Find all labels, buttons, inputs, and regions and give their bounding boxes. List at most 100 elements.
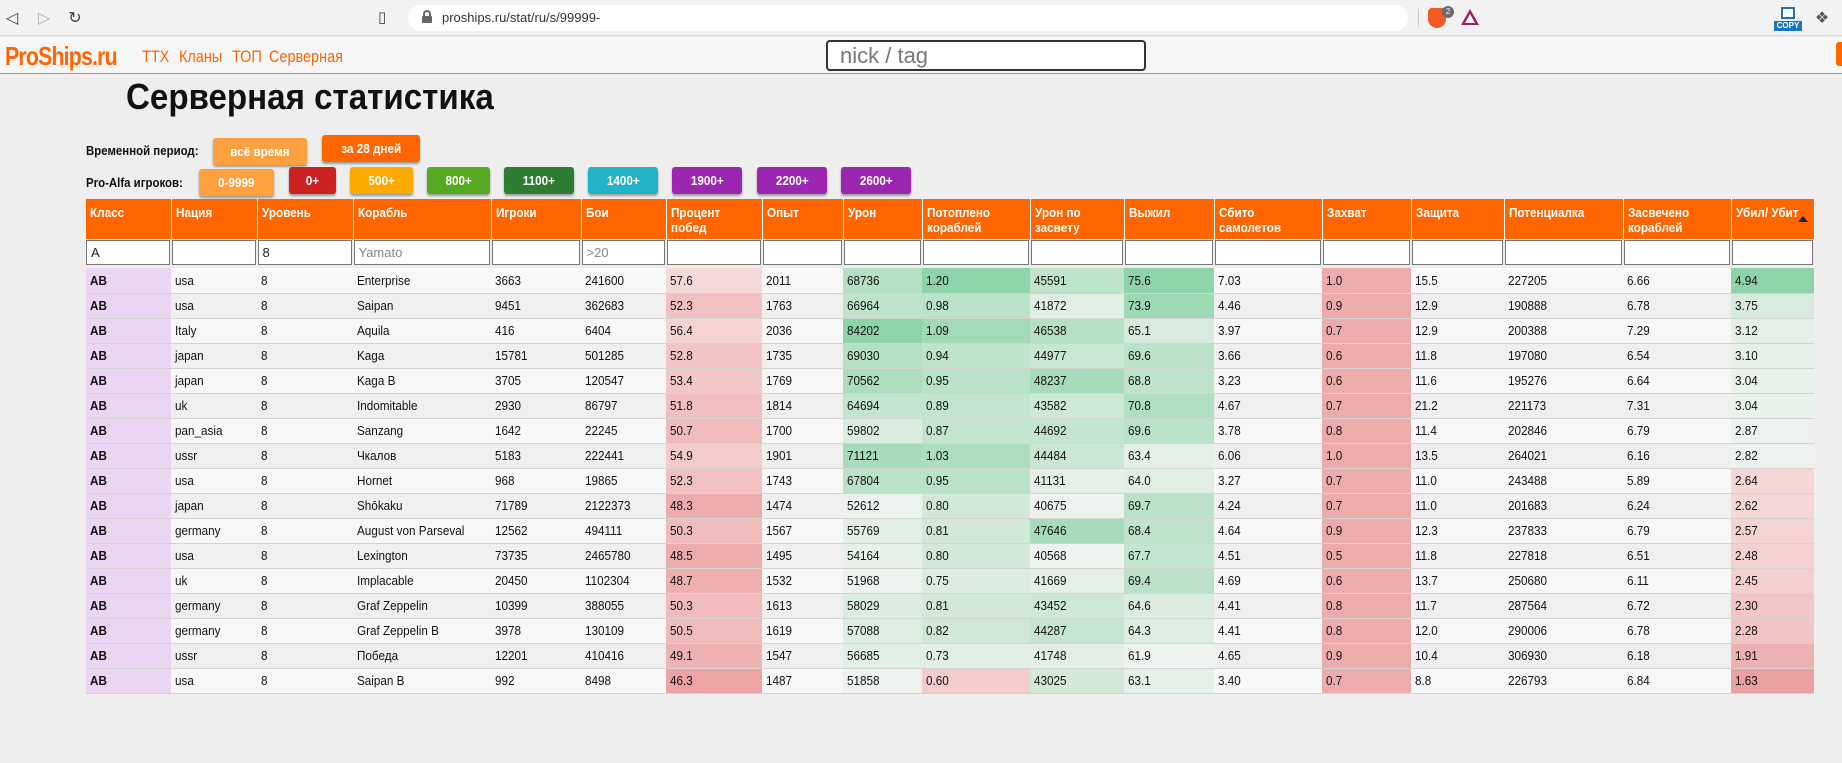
column-header-frags[interactable]: Потоплено кораблей <box>922 199 1031 239</box>
cell-ship[interactable]: August von Parseval <box>353 518 491 544</box>
table-row[interactable]: AB japan 8 Shōkaku 71789 2122373 48.3 1474 52612… <box>86 493 1814 519</box>
pro-alfa-2600-button[interactable]: 2600+ <box>841 167 911 194</box>
search-input[interactable] <box>826 40 1146 71</box>
filter-input-potential-damage[interactable] <box>1504 240 1622 265</box>
column-header-ships-spotted[interactable]: Засвечено кораблей <box>1623 199 1732 239</box>
pro-alfa-1400-button[interactable]: 1400+ <box>588 167 658 194</box>
filter-input-kill-death[interactable] <box>1731 240 1813 265</box>
column-header-planes-killed[interactable]: Сбито самолетов <box>1214 199 1323 239</box>
address-bar[interactable]: proships.ru/stat/ru/s/99999- <box>408 5 1408 31</box>
table-row[interactable]: AB usa 8 Saipan 9451 362683 52.3 1763 66964 0.98 4… <box>86 293 1814 319</box>
cell-ship[interactable]: Enterprise <box>353 268 491 294</box>
copy-extension-icon[interactable]: COPY <box>1774 7 1802 31</box>
column-header-damage[interactable]: Урон <box>843 199 923 239</box>
table-row[interactable]: AB germany 8 Graf Zeppelin 10399 388055 50.3 16… <box>86 593 1814 619</box>
filter-input-survived[interactable] <box>1124 240 1213 265</box>
reload-icon[interactable]: ↻ <box>65 8 85 28</box>
cell-ship[interactable]: Indomitable <box>353 393 491 419</box>
cell-ship[interactable]: Graf Zeppelin B <box>353 618 491 644</box>
column-header-capture[interactable]: Захват <box>1322 199 1412 239</box>
pro-alfa-0-plus-button[interactable]: 0+ <box>289 167 336 194</box>
url-text[interactable]: proships.ru/stat/ru/s/99999- <box>442 10 600 25</box>
cell-ship[interactable]: Чкалов <box>353 443 491 469</box>
cell-class: AB <box>86 293 171 319</box>
column-header-class[interactable]: Класс <box>86 199 172 239</box>
pro-alfa-800-button[interactable]: 800+ <box>427 167 490 194</box>
pro-alfa-2200-button[interactable]: 2200+ <box>757 167 827 194</box>
filter-input-class[interactable] <box>86 240 170 265</box>
table-row[interactable]: AB pan_asia 8 Sanzang 1642 22245 50.7 1700 59802… <box>86 418 1814 444</box>
filter-input-defense[interactable] <box>1411 240 1503 265</box>
filter-input-damage[interactable] <box>843 240 921 265</box>
forward-icon[interactable]: ▷ <box>34 8 54 28</box>
column-header-players[interactable]: Игроки <box>491 199 582 239</box>
cell-ship[interactable]: Implacable <box>353 568 491 594</box>
column-header-defense[interactable]: Защита <box>1411 199 1505 239</box>
cell-ship[interactable]: Kaga <box>353 343 491 369</box>
table-row[interactable]: AB usa 8 Lexington 73735 2465780 48.5 1495 54164… <box>86 543 1814 569</box>
bookmark-icon[interactable]: ▯ <box>378 8 394 28</box>
period-28-days-button[interactable]: за 28 дней <box>322 135 420 162</box>
cell-ship[interactable]: Aquila <box>353 318 491 344</box>
table-row[interactable]: AB ussr 8 Победа 12201 410416 49.1 1547 56685 0.7… <box>86 643 1814 669</box>
cell-ship[interactable]: Saipan B <box>353 668 491 694</box>
cell-ship[interactable]: Lexington <box>353 543 491 569</box>
cell-planes-killed: 6.06 <box>1214 443 1322 469</box>
table-row[interactable]: AB usa 8 Enterprise 3663 241600 57.6 2011 68736 1… <box>86 268 1814 294</box>
table-row[interactable]: AB usa 8 Hornet 968 19865 52.3 1743 67804 0.95 411… <box>86 468 1814 494</box>
table-row[interactable]: AB uk 8 Indomitable 2930 86797 51.8 1814 64694 0.… <box>86 393 1814 419</box>
table-row[interactable]: AB japan 8 Kaga B 3705 120547 53.4 1769 70562 0.9… <box>86 368 1814 394</box>
filter-input-planes-killed[interactable] <box>1214 240 1321 265</box>
filter-input-win-rate[interactable] <box>666 240 761 265</box>
column-header-survived[interactable]: Выжил <box>1124 199 1215 239</box>
column-header-win-rate[interactable]: Процент побед <box>666 199 763 239</box>
filter-input-battles[interactable] <box>581 240 665 265</box>
cell-ship[interactable]: Sanzang <box>353 418 491 444</box>
column-header-kill-death[interactable]: Убил/ Убит <box>1731 199 1815 239</box>
period-all-time-button[interactable]: всё время <box>213 138 307 165</box>
nav-link-clans[interactable]: Кланы <box>179 47 222 67</box>
table-row[interactable]: AB germany 8 Graf Zeppelin B 3978 130109 50.5 1… <box>86 618 1814 644</box>
table-row[interactable]: AB usa 8 Saipan B 992 8498 46.3 1487 51858 0.60 43… <box>86 668 1814 694</box>
cell-ship[interactable]: Shōkaku <box>353 493 491 519</box>
table-row[interactable]: AB Italy 8 Aquila 416 6404 56.4 2036 84202 1.09 46… <box>86 318 1814 344</box>
pro-alfa-1900-button[interactable]: 1900+ <box>672 167 742 194</box>
cell-ship[interactable]: Kaga B <box>353 368 491 394</box>
column-header-tier[interactable]: Уровень <box>257 199 354 239</box>
filter-input-experience[interactable] <box>762 240 842 265</box>
table-row[interactable]: AB uk 8 Implacable 20450 1102304 48.7 1532 51968… <box>86 568 1814 594</box>
rewards-triangle-icon[interactable] <box>1461 9 1479 25</box>
column-header-battles[interactable]: Бои <box>581 199 667 239</box>
back-icon[interactable]: ◁ <box>2 8 22 28</box>
table-row[interactable]: AB germany 8 August von Parseval 12562 494111… <box>86 518 1814 544</box>
cell-ship[interactable]: Победа <box>353 643 491 669</box>
cell-class: AB <box>86 368 171 394</box>
filter-input-ship[interactable] <box>353 240 490 265</box>
nav-link-ttx[interactable]: ТТХ <box>142 47 169 67</box>
column-header-ship[interactable]: Корабль <box>353 199 492 239</box>
cell-ship[interactable]: Graf Zeppelin <box>353 593 491 619</box>
column-header-nation[interactable]: Нация <box>171 199 258 239</box>
table-row[interactable]: AB ussr 8 Чкалов 5183 222441 54.9 1901 71121 1.03… <box>86 443 1814 469</box>
table-row[interactable]: AB japan 8 Kaga 15781 501285 52.8 1735 69030 0.94… <box>86 343 1814 369</box>
header-side-tab[interactable] <box>1836 42 1842 66</box>
filter-input-spot-damage[interactable] <box>1030 240 1123 265</box>
filter-input-capture[interactable] <box>1322 240 1410 265</box>
nav-link-top[interactable]: ТОП <box>232 47 262 67</box>
filter-input-nation[interactable] <box>171 240 256 265</box>
column-header-experience[interactable]: Опыт <box>762 199 844 239</box>
site-logo[interactable]: ProShips.ru <box>5 41 118 72</box>
extensions-puzzle-icon[interactable]: ❖ <box>1812 8 1832 28</box>
cell-ship[interactable]: Saipan <box>353 293 491 319</box>
filter-input-tier[interactable] <box>257 240 352 265</box>
filter-input-frags[interactable] <box>922 240 1029 265</box>
pro-alfa-1100-button[interactable]: 1100+ <box>504 167 574 194</box>
cell-ship[interactable]: Hornet <box>353 468 491 494</box>
nav-link-server[interactable]: Серверная <box>269 47 343 67</box>
column-header-spot-damage[interactable]: Урон по засвету <box>1030 199 1125 239</box>
filter-input-ships-spotted[interactable] <box>1623 240 1730 265</box>
pro-alfa-500-button[interactable]: 500+ <box>350 167 413 194</box>
filter-input-players[interactable] <box>491 240 580 265</box>
column-header-potential-damage[interactable]: Потенциалка <box>1504 199 1624 239</box>
pro-alfa-0-9999-button[interactable]: 0-9999 <box>199 169 274 196</box>
